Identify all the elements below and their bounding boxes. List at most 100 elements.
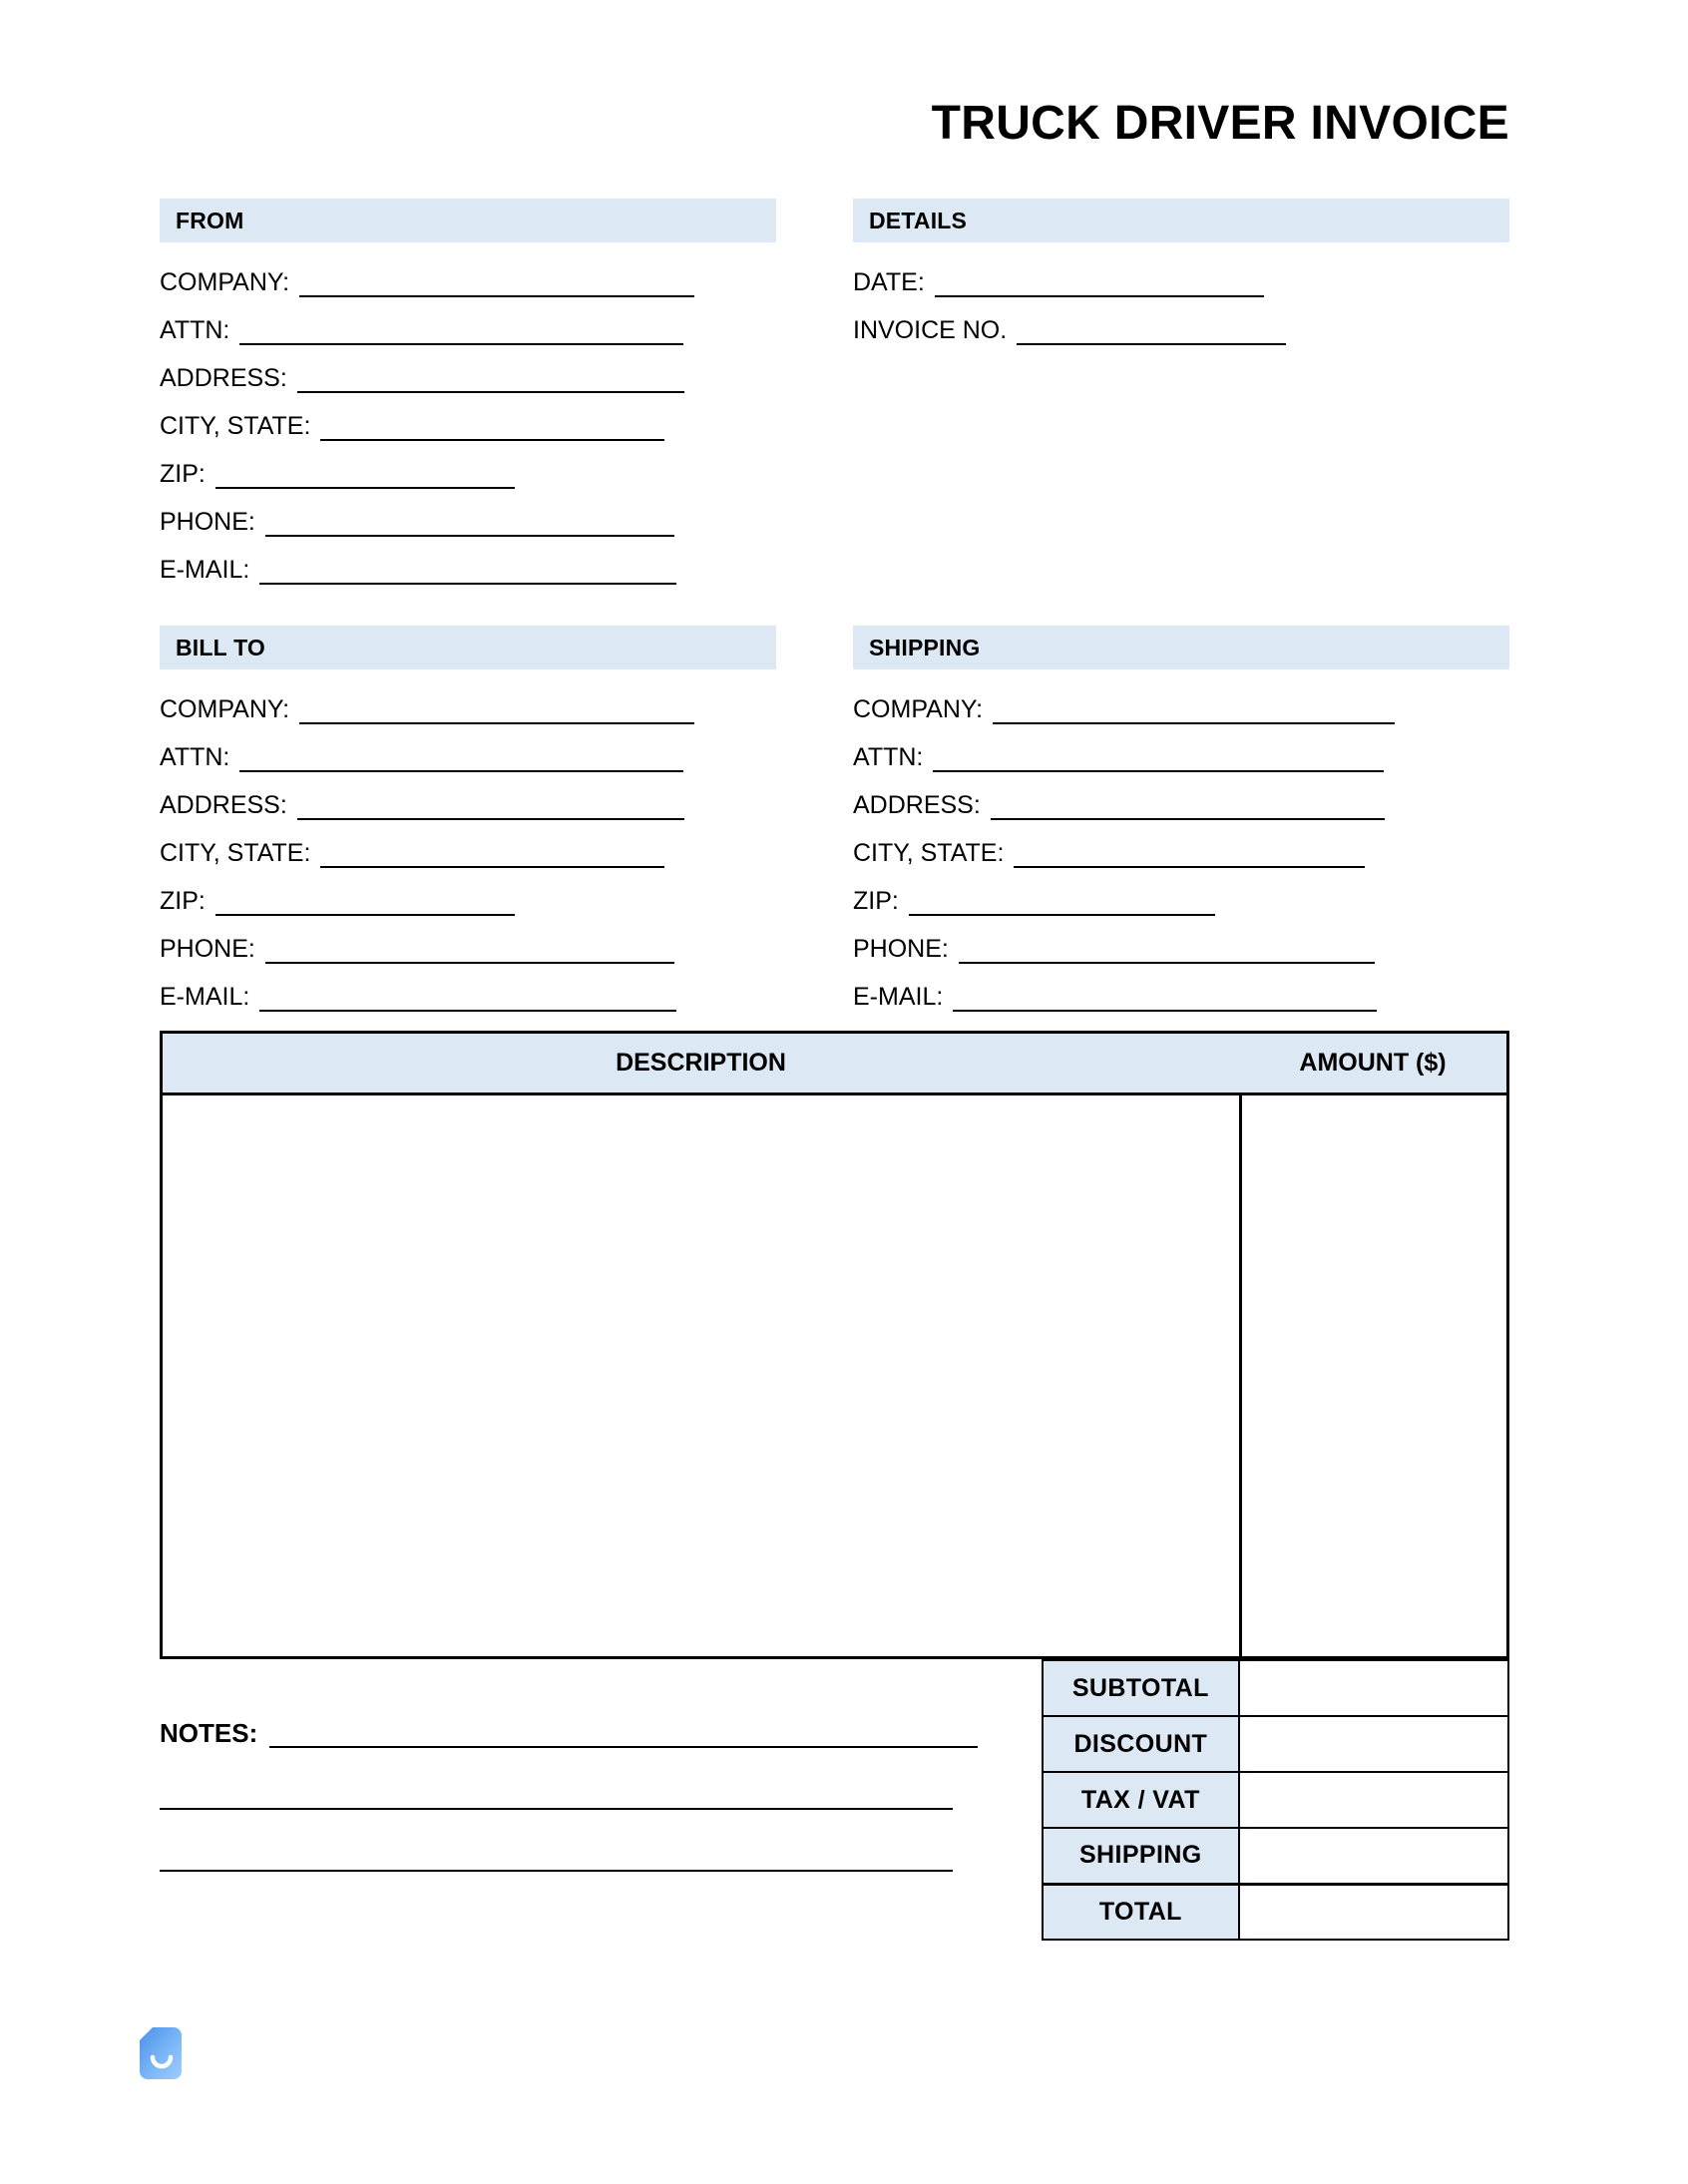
shipping-city-state-input[interactable] [1014,840,1366,868]
totals-value-subtotal[interactable] [1237,1659,1510,1717]
totals-row-tax-vat: TAX / VAT [1042,1771,1510,1829]
details-fields: DATE: INVOICE NO. [853,249,1511,345]
bill-to-phone-field[interactable]: PHONE: [160,916,778,964]
shipping-phone-field[interactable]: PHONE: [853,916,1511,964]
section-header-shipping-label: SHIPPING [869,635,981,660]
from-address-field[interactable]: ADDRESS: [160,345,778,393]
totals-value-discount[interactable] [1237,1715,1510,1773]
shipping-city-state-field[interactable]: CITY, STATE: [853,820,1511,868]
bill-to-phone-label: PHONE: [160,935,255,963]
line-items-table: DESCRIPTION AMOUNT ($) [160,1031,1509,1659]
bill-to-zip-field[interactable]: ZIP: [160,868,778,916]
totals-row-shipping: SHIPPING [1042,1827,1510,1885]
totals-value-total[interactable] [1237,1882,1510,1941]
shipping-email-input[interactable] [953,984,1378,1012]
shipping-phone-input[interactable] [958,936,1375,964]
totals-table: SUBTOTAL DISCOUNT TAX / VAT SHIPPING TOT… [1042,1659,1510,1941]
from-zip-field[interactable]: ZIP: [160,441,778,489]
totals-row-discount: DISCOUNT [1042,1715,1510,1773]
line-items-header-row: DESCRIPTION AMOUNT ($) [163,1034,1506,1095]
from-zip-label: ZIP: [160,460,206,488]
shipping-email-field[interactable]: E-MAIL: [853,964,1511,1012]
shipping-attn-label: ATTN: [853,743,924,771]
shipping-attn-input[interactable] [933,744,1385,772]
notes-section: NOTES: [160,1696,978,1872]
shipping-address-input[interactable] [990,792,1385,820]
bill-to-email-label: E-MAIL: [160,983,250,1011]
from-email-field[interactable]: E-MAIL: [160,537,778,585]
bill-to-address-label: ADDRESS: [160,791,287,819]
from-zip-input[interactable] [214,461,515,489]
shipping-address-field[interactable]: ADDRESS: [853,772,1511,820]
bill-to-email-field[interactable]: E-MAIL: [160,964,778,1012]
from-city-state-label: CITY, STATE: [160,412,311,440]
bill-to-attn-label: ATTN: [160,743,230,771]
notes-label: NOTES: [160,1718,258,1748]
shipping-zip-input[interactable] [908,888,1215,916]
totals-label-discount: DISCOUNT [1042,1715,1240,1773]
bill-to-zip-input[interactable] [214,888,515,916]
from-phone-input[interactable] [264,509,674,537]
shipping-company-field[interactable]: COMPANY: [853,676,1511,724]
totals-label-total: TOTAL [1042,1882,1240,1941]
from-phone-field[interactable]: PHONE: [160,489,778,537]
totals-label-tax-vat: TAX / VAT [1042,1771,1240,1829]
totals-value-tax-vat[interactable] [1237,1771,1510,1829]
bill-to-company-field[interactable]: COMPANY: [160,676,778,724]
shipping-email-label: E-MAIL: [853,983,944,1011]
section-header-bill-to-label: BILL TO [176,635,265,660]
section-header-from: FROM [160,199,776,242]
shipping-zip-field[interactable]: ZIP: [853,868,1511,916]
from-address-label: ADDRESS: [160,364,287,392]
from-address-input[interactable] [296,365,684,393]
details-date-field[interactable]: DATE: [853,249,1511,297]
totals-label-subtotal: SUBTOTAL [1042,1659,1240,1717]
bill-to-phone-input[interactable] [264,936,674,964]
notes-input-line-2[interactable] [160,1748,953,1810]
shipping-attn-field[interactable]: ATTN: [853,724,1511,772]
totals-value-shipping[interactable] [1237,1827,1510,1885]
bill-to-city-state-field[interactable]: CITY, STATE: [160,820,778,868]
bill-to-zip-label: ZIP: [160,887,206,915]
bill-to-attn-field[interactable]: ATTN: [160,724,778,772]
from-company-input[interactable] [299,269,695,297]
totals-row-subtotal: SUBTOTAL [1042,1659,1510,1717]
from-email-input[interactable] [259,557,677,585]
bill-to-company-input[interactable] [299,696,695,724]
section-header-shipping: SHIPPING [853,626,1509,669]
bill-to-email-input[interactable] [259,984,677,1012]
shipping-company-label: COMPANY: [853,695,984,723]
notes-input-line-1[interactable] [269,1718,978,1748]
invoice-page: TRUCK DRIVER INVOICE FROM COMPANY: ATTN:… [0,0,1688,2184]
totals-label-shipping: SHIPPING [1042,1827,1240,1885]
page-title: TRUCK DRIVER INVOICE [931,97,1509,150]
from-email-label: E-MAIL: [160,556,250,584]
bill-to-address-input[interactable] [296,792,684,820]
from-company-label: COMPANY: [160,268,290,296]
bill-to-fields: COMPANY: ATTN: ADDRESS: CITY, STATE: ZIP… [160,676,778,1012]
section-header-bill-to: BILL TO [160,626,776,669]
bill-to-attn-input[interactable] [239,744,684,772]
from-city-state-field[interactable]: CITY, STATE: [160,393,778,441]
bill-to-address-field[interactable]: ADDRESS: [160,772,778,820]
notes-input-line-3[interactable] [160,1810,953,1872]
shipping-zip-label: ZIP: [853,887,899,915]
from-fields: COMPANY: ATTN: ADDRESS: CITY, STATE: ZIP… [160,249,778,585]
details-date-input[interactable] [934,269,1264,297]
from-attn-field[interactable]: ATTN: [160,297,778,345]
details-invoice-no-input[interactable] [1017,317,1287,345]
from-company-field[interactable]: COMPANY: [160,249,778,297]
details-date-label: DATE: [853,268,925,296]
totals-row-total: TOTAL [1042,1882,1510,1941]
column-header-description: DESCRIPTION [616,1049,786,1077]
shipping-phone-label: PHONE: [853,935,949,963]
details-invoice-no-field[interactable]: INVOICE NO. [853,297,1511,345]
from-city-state-input[interactable] [320,413,665,441]
line-items-description-area[interactable] [163,1095,1239,1656]
bill-to-city-state-label: CITY, STATE: [160,839,311,867]
bill-to-city-state-input[interactable] [320,840,665,868]
shipping-company-input[interactable] [993,696,1396,724]
details-invoice-no-label: INVOICE NO. [853,316,1008,344]
line-items-amount-area[interactable] [1242,1095,1506,1656]
from-attn-input[interactable] [239,317,684,345]
